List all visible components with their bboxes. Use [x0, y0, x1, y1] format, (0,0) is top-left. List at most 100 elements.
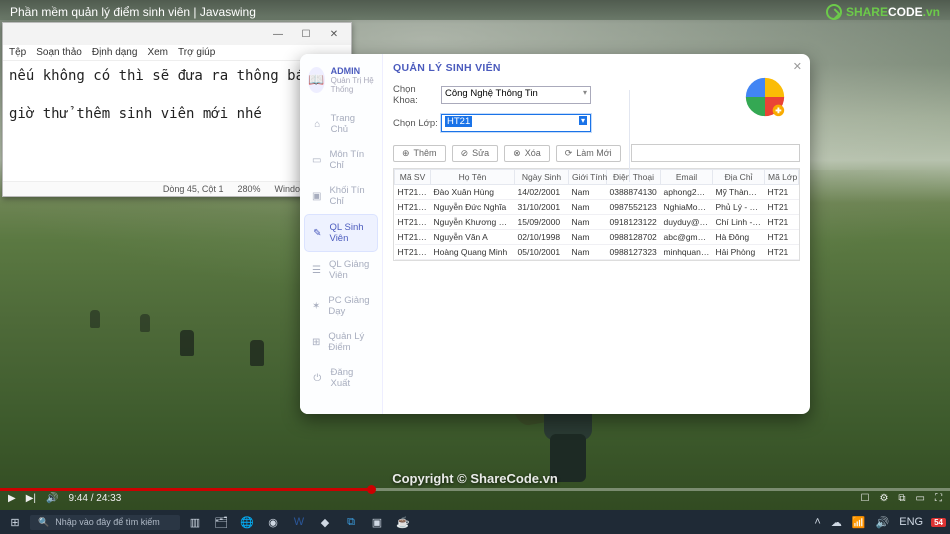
tray-notification-badge[interactable]: 54	[931, 518, 946, 527]
chevron-down-icon: ▾	[583, 88, 587, 97]
next-icon[interactable]: ▶|	[26, 493, 36, 504]
vertical-separator	[629, 90, 630, 182]
col-header[interactable]: Họ Tên	[431, 170, 515, 185]
nav-icon: ▭	[312, 155, 321, 166]
system-tray[interactable]: ˄ ☁ 📶 🔊 ENG 54	[812, 513, 946, 531]
search-icon: 🔍	[38, 517, 49, 528]
notepad-editor[interactable]: nếu không có thì sẽ đưa ra thông báo giờ…	[3, 61, 351, 181]
student-app-window[interactable]: 📖 ADMIN Quản Trị Hệ Thống ⌂Trang Chủ▭Môn…	[300, 54, 810, 414]
video-overlay-top: Phần mềm quản lý điểm sinh viên | Javasw…	[0, 0, 950, 24]
status-zoom: 280%	[237, 184, 260, 194]
nav-icon: ☰	[312, 265, 321, 276]
notepad-menubar[interactable]: Tệp Soạn thảo Định dạng Xem Trợ giúp	[3, 45, 351, 61]
tray-sound-icon[interactable]: 🔊	[874, 513, 892, 531]
play-icon[interactable]: ▶	[8, 493, 16, 504]
sidebar-item-3[interactable]: ✎ QL Sinh Viên	[304, 214, 378, 252]
x-icon: ⊗	[513, 148, 521, 159]
filter-input[interactable]	[631, 144, 800, 162]
student-table[interactable]: Mã SVHọ TênNgày SinhGiới TínhĐiện ThoạiE…	[393, 168, 800, 261]
sidebar-item-6[interactable]: ⊞Quản Lý Điểm	[304, 324, 378, 360]
menu-help[interactable]: Trợ giúp	[178, 47, 215, 58]
taskbar-search[interactable]: 🔍 Nhập vào đây để tìm kiếm	[30, 515, 180, 530]
tray-lang-icon[interactable]: ENG	[897, 513, 925, 531]
cc-icon[interactable]: ☐	[860, 493, 869, 504]
plus-icon: ⊕	[402, 148, 410, 159]
sidebar-item-7[interactable]: ⏻ Đăng Xuất	[304, 360, 378, 396]
search-placeholder: Nhập vào đây để tìm kiếm	[55, 517, 160, 527]
col-header[interactable]: Ngày Sinh	[515, 170, 569, 185]
user-avatar-icon: 📖	[308, 67, 325, 93]
video-player[interactable]: ▶ ▶| 🔊 9:44 / 24:33 ☐ ⚙ ⧉ ▭ ⛶	[0, 488, 950, 510]
nav-icon: ⌂	[312, 119, 323, 130]
nav-icon: ⏻	[312, 373, 323, 384]
windows-taskbar[interactable]: ⊞ 🔍 Nhập vào đây để tìm kiếm ▥ 🗂 🌐 ◉ W ◆…	[0, 510, 950, 534]
nav-label: QL Giảng Viên	[329, 259, 370, 281]
menu-view[interactable]: Xem	[147, 47, 168, 58]
tray-wifi-icon[interactable]: 📶	[850, 513, 868, 531]
menu-file[interactable]: Tệp	[9, 47, 26, 58]
time-display: 9:44 / 24:33	[68, 493, 121, 504]
nav-icon: ▣	[312, 191, 321, 202]
sidebar-item-1[interactable]: ▭Môn Tín Chỉ	[304, 142, 378, 178]
minimize-icon[interactable]: ―	[267, 29, 289, 40]
nav-label: QL Sinh Viên	[330, 222, 369, 244]
sharecode-logo: SHARECODE.vn	[826, 4, 940, 20]
user-role: Quản Trị Hệ Thống	[331, 76, 374, 94]
settings-icon[interactable]: ⚙	[879, 493, 888, 504]
col-header[interactable]: Mã Lớp	[765, 170, 799, 185]
chrome-icon[interactable]: ◉	[262, 513, 284, 531]
menu-edit[interactable]: Soạn thảo	[36, 47, 82, 58]
khoa-select[interactable]: Công Nghệ Thông Tin▾	[441, 86, 591, 104]
nav-icon: ✎	[313, 228, 322, 239]
miniplayer-icon[interactable]: ⧉	[898, 493, 905, 504]
col-header[interactable]: Email	[661, 170, 713, 185]
vscode-icon[interactable]: ⧉	[340, 513, 362, 531]
table-row[interactable]: HT2104Nguyễn Văn A02/10/1998Nam098812870…	[395, 230, 799, 245]
menu-format[interactable]: Định dạng	[92, 47, 138, 58]
lop-select[interactable]: HT21▾	[441, 114, 591, 132]
taskview-icon[interactable]: ▥	[184, 513, 206, 531]
sidebar-user: 📖 ADMIN Quản Trị Hệ Thống	[304, 64, 378, 106]
google-photos-icon[interactable]	[742, 74, 788, 120]
sidebar-item-2[interactable]: ▣Khối Tín Chỉ	[304, 178, 378, 214]
tray-up-icon[interactable]: ˄	[812, 513, 822, 531]
notepad-titlebar[interactable]: ― ☐ ✕	[3, 23, 351, 45]
col-header[interactable]: Điện Thoại	[607, 170, 661, 185]
explorer-icon[interactable]: 🗂	[210, 513, 232, 531]
nav-label: Đăng Xuất	[331, 367, 370, 389]
maximize-icon[interactable]: ☐	[295, 29, 317, 40]
java-app-icon[interactable]: ☕	[392, 513, 414, 531]
table-row[interactable]: HT2102Nguyễn Đức Nghĩa31/10/2001Nam09875…	[395, 200, 799, 215]
nav-list: ⌂Trang Chủ▭Môn Tín Chỉ▣Khối Tín Chỉ ✎ QL S…	[304, 106, 378, 396]
video-title: Phần mềm quản lý điểm sinh viên | Javasw…	[10, 5, 256, 19]
close-icon[interactable]: ✕	[323, 29, 345, 40]
nav-label: Quản Lý Điểm	[328, 331, 370, 353]
sidebar-item-0[interactable]: ⌂Trang Chủ	[304, 106, 378, 142]
theater-icon[interactable]: ▭	[916, 493, 925, 504]
col-header[interactable]: Địa Chỉ	[713, 170, 765, 185]
edit-button[interactable]: ⊘Sửa	[452, 145, 499, 162]
table-row[interactable]: HT2105Hoàng Quang Minh05/10/2001Nam09881…	[395, 245, 799, 260]
copyright-overlay: Copyright © ShareCode.vn	[0, 471, 950, 486]
chevron-down-icon: ▾	[579, 116, 587, 125]
table-row[interactable]: HT2103Nguyễn Khương D…15/09/2000Nam09181…	[395, 215, 799, 230]
sidebar-item-4[interactable]: ☰ QL Giảng Viên	[304, 252, 378, 288]
col-header[interactable]: Mã SV	[395, 170, 431, 185]
edge-icon[interactable]: 🌐	[236, 513, 258, 531]
refresh-button[interactable]: ⟳Làm Mới	[556, 145, 621, 162]
tray-cloud-icon[interactable]: ☁	[829, 513, 844, 531]
sidebar-item-5[interactable]: ✶PC Giảng Dạy	[304, 288, 378, 324]
start-icon[interactable]: ⊞	[4, 513, 26, 531]
delete-button[interactable]: ⊗Xóa	[504, 145, 550, 162]
terminal-icon[interactable]: ▣	[366, 513, 388, 531]
word-icon[interactable]: W	[288, 513, 310, 531]
fullscreen-icon[interactable]: ⛶	[935, 493, 942, 504]
add-button[interactable]: ⊕Thêm	[393, 145, 446, 162]
netbeans-icon[interactable]: ◆	[314, 513, 336, 531]
volume-icon[interactable]: 🔊	[46, 493, 58, 504]
table-row[interactable]: HT2101Đào Xuân Hùng14/02/2001Nam03888741…	[395, 185, 799, 200]
close-icon[interactable]: ✕	[793, 60, 802, 73]
progress-bar[interactable]	[0, 488, 950, 491]
refresh-icon: ⟳	[565, 148, 573, 159]
col-header[interactable]: Giới Tính	[569, 170, 607, 185]
